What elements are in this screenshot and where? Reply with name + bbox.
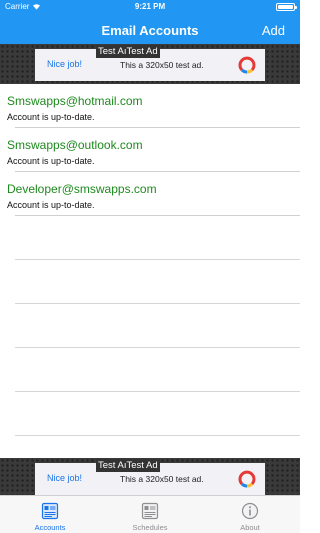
status-bar: Carrier 9:21 PM — [0, 0, 300, 14]
empty-row — [15, 260, 300, 304]
ad-logo-icon — [238, 470, 256, 488]
add-button[interactable]: Add — [262, 23, 285, 38]
account-email: Smswapps@outlook.com — [7, 138, 143, 152]
tab-label: Accounts — [34, 523, 66, 532]
ad-description: This a 320x50 test ad. — [120, 60, 204, 70]
account-row[interactable]: Smswapps@hotmail.com Account is up-to-da… — [7, 84, 300, 128]
navigation-bar: Carrier 9:21 PM Email Accounts Add — [0, 0, 300, 44]
account-status: Account is up-to-date. — [7, 156, 95, 166]
tab-label: About — [240, 523, 260, 532]
page-title: Email Accounts — [101, 23, 199, 38]
tab-label: Schedules — [132, 523, 168, 532]
account-row[interactable]: Smswapps@outlook.com Account is up-to-da… — [7, 128, 300, 172]
ad-label-overlap: Test Aı — [98, 460, 127, 471]
ad-nice-text: Nice job! — [47, 473, 83, 483]
ad-label-text: Test Ad — [126, 460, 158, 471]
tab-about[interactable]: About — [200, 496, 300, 533]
ad-nice-text: Nice job! — [47, 59, 83, 69]
ad-test-label: Test AıTest Ad — [96, 45, 160, 58]
empty-row — [15, 304, 300, 348]
accounts-list: Smswapps@hotmail.com Account is up-to-da… — [0, 84, 300, 436]
info-icon — [241, 502, 259, 520]
empty-row — [15, 348, 300, 392]
ad-label-text: Test Ad — [126, 46, 158, 57]
ad-logo-icon — [238, 56, 256, 74]
empty-row — [15, 216, 300, 260]
ad-test-label: Test AıTest Ad — [96, 459, 160, 472]
account-status: Account is up-to-date. — [7, 200, 95, 210]
screen: Carrier 9:21 PM Email Accounts Add Nice … — [0, 0, 300, 533]
schedules-icon — [141, 502, 159, 520]
battery-icon — [276, 3, 297, 11]
status-time: 9:21 PM — [134, 2, 166, 11]
tab-bar: Accounts Schedules About — [0, 495, 300, 533]
account-row[interactable]: Developer@smswapps.com Account is up-to-… — [7, 172, 300, 216]
ad-description: This a 320x50 test ad. — [120, 474, 204, 484]
ad-banner-bottom[interactable]: Nice job! This a 320x50 test ad. Test Aı… — [0, 458, 300, 498]
ad-label-overlap: Test Aı — [98, 46, 127, 57]
account-email: Smswapps@hotmail.com — [7, 94, 143, 108]
account-email: Developer@smswapps.com — [7, 182, 157, 196]
tab-schedules[interactable]: Schedules — [100, 496, 200, 533]
tab-accounts[interactable]: Accounts — [0, 496, 100, 533]
empty-row — [15, 392, 300, 436]
account-status: Account is up-to-date. — [7, 112, 95, 122]
accounts-icon — [41, 502, 59, 520]
ad-banner-top[interactable]: Nice job! This a 320x50 test ad. Test Aı… — [0, 44, 300, 84]
